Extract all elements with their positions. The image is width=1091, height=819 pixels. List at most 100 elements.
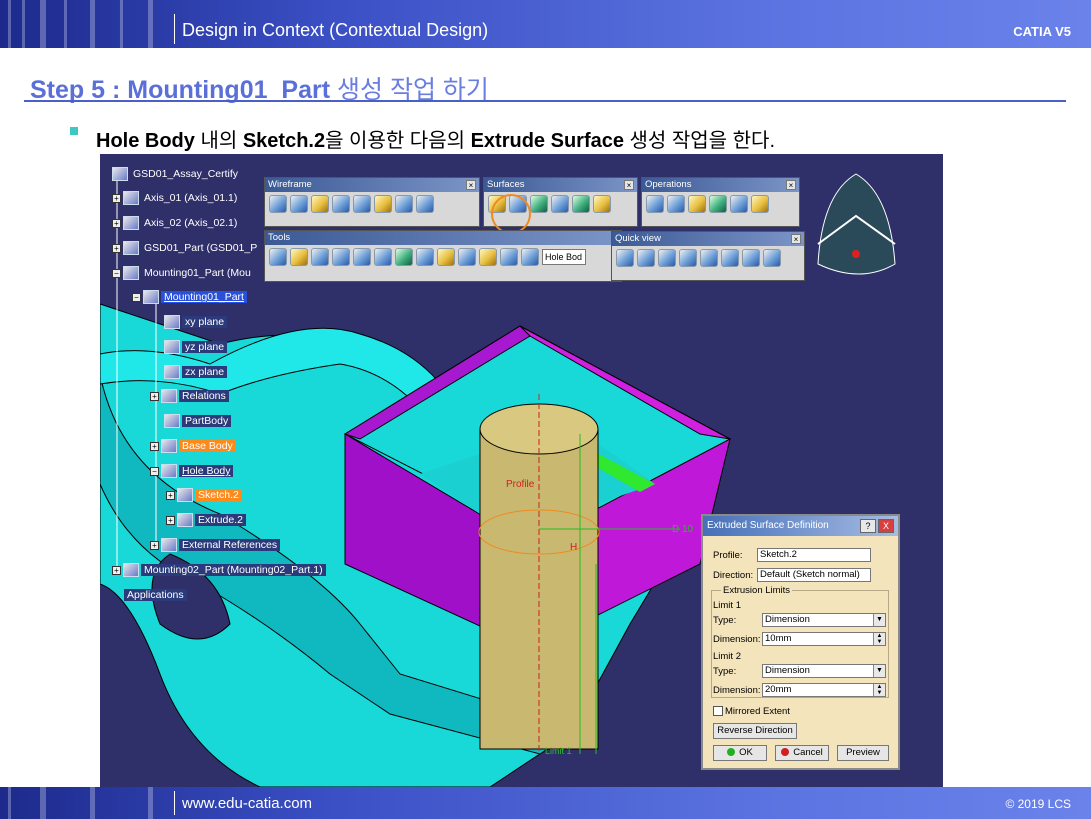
mirrored-extent-checkbox[interactable]: Mirrored Extent xyxy=(713,706,790,717)
split-icon[interactable] xyxy=(667,195,685,213)
tree-item-gsd01[interactable]: + GSD01_Part (GSD01_P xyxy=(112,240,260,256)
left-view-icon[interactable] xyxy=(679,249,697,267)
extract-icon[interactable] xyxy=(730,195,748,213)
extrapolate-icon[interactable] xyxy=(751,195,769,213)
quick-view-toolbar[interactable]: Quick view × xyxy=(611,231,805,281)
insert-icon[interactable] xyxy=(395,248,413,266)
close-icon[interactable]: × xyxy=(624,180,634,190)
cancel-button[interactable]: Cancel xyxy=(775,745,829,761)
tools-toolbar[interactable]: Tools Hole Bod xyxy=(264,230,622,282)
tree-item-axis01[interactable]: + Axis_01 (Axis_01.1) xyxy=(112,190,240,206)
intersection-icon[interactable] xyxy=(353,195,371,213)
limit1-dimension-input[interactable]: 10mm ▲ ▼ xyxy=(762,632,886,646)
update-icon[interactable] xyxy=(269,248,287,266)
profile-field[interactable]: Sketch.2 xyxy=(757,548,871,562)
sphere-icon[interactable] xyxy=(530,195,548,213)
chevron-down-icon[interactable]: ▼ xyxy=(873,614,885,626)
tree-item-axis02[interactable]: + Axis_02 (Axis_02.1) xyxy=(112,215,240,231)
spline-icon[interactable] xyxy=(416,195,434,213)
tree-root[interactable]: GSD01_Assay_Certify xyxy=(112,166,241,182)
close-icon[interactable]: × xyxy=(466,180,476,190)
snap-icon[interactable] xyxy=(437,248,455,266)
body-icon[interactable] xyxy=(374,248,392,266)
tree-item-sketch2[interactable]: + Sketch.2 xyxy=(166,487,242,503)
front-view-icon[interactable] xyxy=(637,249,655,267)
limit1-type-select[interactable]: Dimension ▼ xyxy=(762,613,886,627)
isometric-view-icon[interactable] xyxy=(616,249,634,267)
tree-item-extrude2[interactable]: + Extrude.2 xyxy=(166,512,246,528)
projection-icon[interactable] xyxy=(332,195,350,213)
sweep-icon[interactable] xyxy=(572,195,590,213)
plane-icon[interactable] xyxy=(311,195,329,213)
expand-icon[interactable]: + xyxy=(166,490,175,500)
tree-item-external-references[interactable]: + External References xyxy=(150,537,281,553)
expand-icon[interactable]: + xyxy=(150,540,159,550)
graph-icon[interactable] xyxy=(332,248,350,266)
translate-icon[interactable] xyxy=(709,195,727,213)
expand-icon[interactable]: + xyxy=(112,193,121,203)
limit2-dimension-input[interactable]: 20mm ▲ ▼ xyxy=(762,683,886,697)
close-button[interactable]: X xyxy=(878,519,894,533)
tree-item-relations[interactable]: + Relations xyxy=(150,388,229,404)
tree-item-yz-plane[interactable]: yz plane xyxy=(164,339,228,355)
limit2-type-select[interactable]: Dimension ▼ xyxy=(762,664,886,678)
body-selector-input[interactable]: Hole Bod xyxy=(542,249,586,265)
tree-item-hole-body[interactable]: − Hole Body xyxy=(150,463,234,479)
tree-item-applications[interactable]: Applications xyxy=(124,587,187,603)
tree-item-base-body[interactable]: + Base Body xyxy=(150,438,236,454)
dimension-icon[interactable] xyxy=(416,248,434,266)
collapse-icon[interactable]: − xyxy=(132,292,141,302)
compass-icon[interactable] xyxy=(817,173,896,275)
right-view-icon[interactable] xyxy=(700,249,718,267)
spinner-icon[interactable]: ▲ ▼ xyxy=(873,684,885,696)
tree-item-mounting02[interactable]: + Mounting02_Part (Mounting02_Part.1) xyxy=(112,562,326,578)
tree-item-mounting01-part[interactable]: − Mounting01_Part xyxy=(132,289,247,305)
collapse-icon[interactable]: − xyxy=(150,466,159,476)
tree-item-zx-plane[interactable]: zx plane xyxy=(164,364,228,380)
catalog-icon[interactable] xyxy=(479,248,497,266)
hand-icon[interactable] xyxy=(290,248,308,266)
close-icon[interactable]: × xyxy=(786,180,796,190)
offset-icon[interactable] xyxy=(374,195,392,213)
back-view-icon[interactable] xyxy=(658,249,676,267)
point-icon[interactable] xyxy=(269,195,287,213)
tree-item-mounting01[interactable]: − Mounting01_Part (Mou xyxy=(112,265,254,281)
named-view-icon[interactable] xyxy=(763,249,781,267)
help-button[interactable]: ? xyxy=(860,519,876,533)
axis-system-icon[interactable] xyxy=(311,248,329,266)
expand-icon[interactable]: + xyxy=(150,441,159,451)
fillet-icon[interactable] xyxy=(688,195,706,213)
expand-icon[interactable]: + xyxy=(112,243,121,253)
join-icon[interactable] xyxy=(646,195,664,213)
checkbox-icon[interactable] xyxy=(713,706,723,717)
offset-surface-icon[interactable] xyxy=(551,195,569,213)
direction-field[interactable]: Default (Sketch normal) xyxy=(757,568,871,582)
tree-item-xy-plane[interactable]: xy plane xyxy=(164,314,228,330)
ok-button[interactable]: OK xyxy=(713,745,767,761)
tree-item-partbody[interactable]: PartBody xyxy=(164,413,232,429)
bottom-view-icon[interactable] xyxy=(742,249,760,267)
reverse-direction-button[interactable]: Reverse Direction xyxy=(713,723,797,739)
expand-icon[interactable]: + xyxy=(166,515,175,525)
expand-icon[interactable]: + xyxy=(112,565,121,575)
extruded-surface-dialog[interactable]: Extruded Surface Definition ? X Profile:… xyxy=(701,514,900,770)
grid-icon[interactable] xyxy=(353,248,371,266)
tree-icon[interactable] xyxy=(458,248,476,266)
chevron-down-icon[interactable]: ▼ xyxy=(873,665,885,677)
operations-toolbar[interactable]: Operations × xyxy=(641,177,800,227)
type-label-1: Type: xyxy=(713,615,737,626)
wireframe-toolbar[interactable]: Wireframe × xyxy=(264,177,480,227)
select-icon[interactable] xyxy=(521,248,539,266)
expand-icon[interactable]: + xyxy=(150,391,159,401)
expand-icon[interactable]: + xyxy=(112,218,121,228)
collapse-icon[interactable]: − xyxy=(112,268,121,278)
close-icon[interactable]: × xyxy=(791,234,801,244)
line-icon[interactable] xyxy=(290,195,308,213)
spinner-icon[interactable]: ▲ ▼ xyxy=(873,633,885,645)
top-view-icon[interactable] xyxy=(721,249,739,267)
list-icon[interactable] xyxy=(500,248,518,266)
fill-icon[interactable] xyxy=(593,195,611,213)
preview-button[interactable]: Preview xyxy=(837,745,889,761)
footer-url[interactable]: www.edu-catia.com xyxy=(182,795,312,812)
circle-icon[interactable] xyxy=(395,195,413,213)
